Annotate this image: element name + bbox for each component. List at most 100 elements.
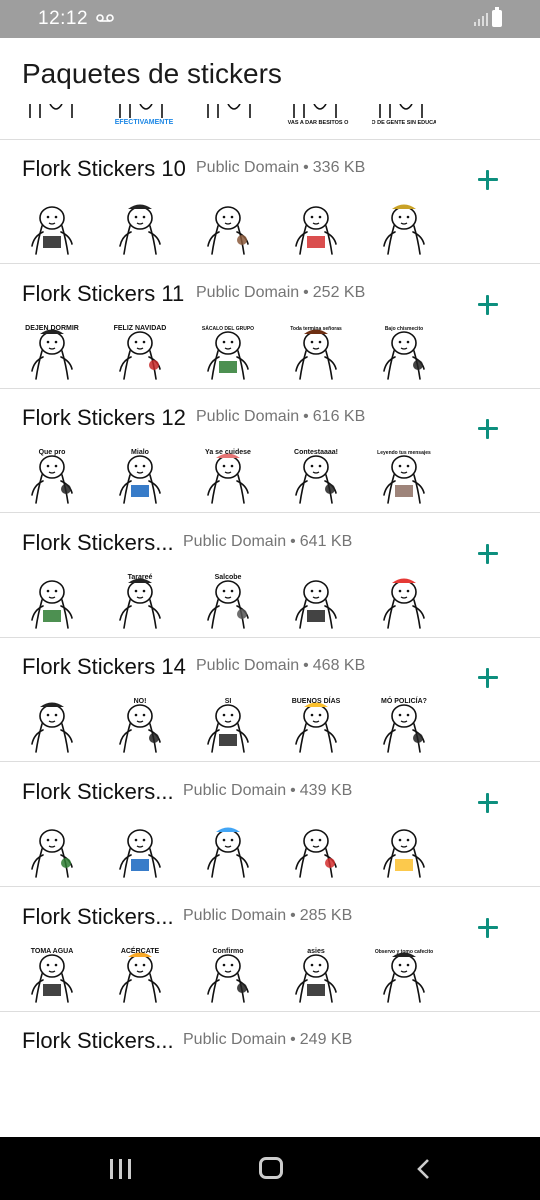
meta-separator: • <box>290 906 296 924</box>
sticker-thumbnail[interactable] <box>198 196 258 256</box>
sticker-pack-row[interactable]: Flork Stickers 10 Public Domain • 336 KB <box>0 140 540 264</box>
partial-sticker[interactable]: TIPICO DE GENTE SIN EDUCACION <box>357 104 451 132</box>
recents-button[interactable] <box>110 1159 132 1179</box>
pack-meta: Public Domain • 249 KB <box>183 1031 352 1049</box>
add-pack-button[interactable] <box>474 291 502 319</box>
pack-size: 641 KB <box>299 532 353 550</box>
svg-text:Salcobe: Salcobe <box>215 574 242 581</box>
sticker-thumbnail[interactable]: Observo y tomo cafecito <box>374 944 434 1004</box>
svg-text:SÁCALO DEL GRUPO: SÁCALO DEL GRUPO <box>202 325 254 332</box>
partial-sticker[interactable] <box>22 104 86 132</box>
sticker-thumbnail[interactable]: Salcobe <box>198 570 258 630</box>
sticker-thumbnail[interactable]: Contestaaaa! <box>286 445 346 505</box>
sticker-thumbnail[interactable] <box>374 819 434 879</box>
sticker-thumbnail[interactable] <box>110 819 170 879</box>
sticker-thumbnail[interactable]: Mialo <box>110 445 170 505</box>
pack-license: Public Domain <box>183 906 287 924</box>
battery-icon <box>492 7 502 27</box>
add-pack-button[interactable] <box>474 914 502 942</box>
svg-text:TOMA AGUA: TOMA AGUA <box>31 948 74 955</box>
sticker-thumbnail[interactable]: SI <box>198 694 258 754</box>
sticker-pack-row[interactable]: Flork Stickers... Public Domain • 641 KB Tar… <box>0 514 540 638</box>
sticker-pack-row[interactable]: Flork Stickers... Public Domain • 285 KB TOM… <box>0 888 540 1012</box>
pack-license: Public Domain <box>183 532 287 550</box>
sticker-thumbnail[interactable] <box>286 819 346 879</box>
svg-text:FELIZ NAVIDAD: FELIZ NAVIDAD <box>114 325 167 332</box>
add-pack-button[interactable] <box>474 166 502 194</box>
partial-sticker-row[interactable]: EFECTIVAMENTE ¿ME VAS A DAR BESITOS O NO?… <box>0 104 540 140</box>
sticker-thumbnail[interactable]: asies <box>286 944 346 1004</box>
sticker-thumbnail[interactable]: MÓ POLICÍA? <box>374 694 434 754</box>
sticker-preview-row: Que pro Mialo Ya se cuidese Contestaaaa! Ley… <box>22 445 452 505</box>
sticker-pack-row[interactable]: Flork Stickers 14 Public Domain • 468 KB NO!… <box>0 638 540 763</box>
sticker-thumbnail[interactable] <box>374 196 434 256</box>
sticker-thumbnail[interactable] <box>374 570 434 630</box>
sticker-pack-row[interactable]: Flork Stickers... Public Domain • 439 KB <box>0 763 540 887</box>
sticker-thumbnail[interactable]: Tarareé <box>110 570 170 630</box>
pack-title: Flork Stickers 10 <box>22 156 186 181</box>
sticker-thumbnail[interactable]: Confirmo <box>198 944 258 1004</box>
sticker-thumbnail[interactable] <box>22 694 82 754</box>
pack-license: Public Domain <box>196 159 300 176</box>
back-button[interactable] <box>412 1157 436 1181</box>
pack-meta: Public Domain • 252 KB <box>196 284 365 302</box>
svg-text:¿ME VAS A DAR BESITOS O NO?: ¿ME VAS A DAR BESITOS O NO? <box>286 120 350 126</box>
sticker-preview-row: NO! SI BUENOS DÍAS MÓ POLICÍA? <box>22 694 452 754</box>
sticker-thumbnail[interactable]: BUENOS DÍAS <box>286 694 346 754</box>
sticker-thumbnail[interactable]: DEJEN DORMIR <box>22 321 82 381</box>
svg-text:asies: asies <box>307 948 325 955</box>
sticker-thumbnail[interactable]: Toda termina señoras <box>286 321 346 381</box>
sticker-thumbnail[interactable]: Que pro <box>22 445 82 505</box>
svg-text:ACÉRCATE: ACÉRCATE <box>121 946 160 955</box>
sticker-thumbnail[interactable] <box>110 196 170 256</box>
pack-title: Flork Stickers 12 <box>22 405 186 431</box>
add-pack-button[interactable] <box>474 664 502 692</box>
add-pack-button[interactable] <box>474 540 502 568</box>
pack-title: Flork Stickers... <box>22 1028 174 1054</box>
home-button[interactable] <box>259 1157 283 1179</box>
sticker-pack-row[interactable]: Flork Stickers 12 Public Domain • 616 KB Que… <box>0 389 540 514</box>
pack-meta: Public Domain • 468 KB <box>196 657 365 675</box>
add-pack-button[interactable] <box>474 415 502 443</box>
sticker-thumbnail[interactable] <box>22 570 82 630</box>
svg-text:MÓ POLICÍA?: MÓ POLICÍA? <box>381 696 427 705</box>
pack-meta: Public Domain • 616 KB <box>196 408 365 426</box>
svg-text:Contestaaaa!: Contestaaaa! <box>294 449 338 456</box>
sticker-thumbnail[interactable]: Leyendo tus mensajes <box>374 445 434 505</box>
sticker-thumbnail[interactable]: Ya se cuidese <box>198 445 258 505</box>
pack-license: Public Domain <box>196 283 300 301</box>
sticker-thumbnail[interactable] <box>286 196 346 256</box>
sticker-thumbnail[interactable] <box>22 819 82 879</box>
sticker-thumbnail[interactable]: SÁCALO DEL GRUPO <box>198 321 258 381</box>
partial-sticker[interactable]: EFECTIVAMENTE <box>112 104 176 132</box>
sticker-thumbnail[interactable]: ACÉRCATE <box>110 944 170 1004</box>
meta-separator: • <box>303 283 309 301</box>
svg-text:Tarareé: Tarareé <box>128 574 153 581</box>
sticker-thumbnail[interactable] <box>22 196 82 256</box>
sticker-thumbnail[interactable]: Bajo chismecito <box>374 321 434 381</box>
pack-meta: Public Domain • 285 KB <box>183 907 352 925</box>
pack-title: Flork Stickers 11 <box>22 280 185 306</box>
svg-text:DEJEN DORMIR: DEJEN DORMIR <box>25 325 79 332</box>
partial-sticker[interactable]: ¿ME VAS A DAR BESITOS O NO? <box>274 104 362 132</box>
pack-size: 616 KB <box>312 408 366 426</box>
sticker-pack-row[interactable]: Flork Stickers... Public Domain • 249 KB <box>0 1012 540 1136</box>
sticker-thumbnail[interactable]: NO! <box>110 694 170 754</box>
partial-sticker[interactable] <box>200 104 264 132</box>
sticker-pack-row[interactable]: Flork Stickers 11 Public Domain • 252 KB DEJ… <box>0 265 540 389</box>
pack-license: Public Domain <box>183 1031 287 1049</box>
sticker-preview-row: Tarareé Salcobe <box>22 570 452 630</box>
sticker-thumbnail[interactable]: FELIZ NAVIDAD <box>110 321 170 381</box>
page-title: Paquetes de stickers <box>22 58 282 89</box>
signal-icon <box>474 13 488 26</box>
sticker-thumbnail[interactable] <box>198 819 258 879</box>
pack-license: Public Domain <box>196 408 300 426</box>
sticker-thumbnail[interactable]: TOMA AGUA <box>22 944 82 1004</box>
pack-meta: Public Domain • 336 KB <box>196 159 365 177</box>
svg-text:TIPICO DE GENTE SIN EDUCACION: TIPICO DE GENTE SIN EDUCACION <box>372 120 436 126</box>
pack-size: 439 KB <box>299 782 353 799</box>
status-time: 12:12 <box>38 8 89 29</box>
pack-size: 336 KB <box>312 159 366 176</box>
sticker-thumbnail[interactable] <box>286 570 346 630</box>
add-pack-button[interactable] <box>474 789 502 817</box>
